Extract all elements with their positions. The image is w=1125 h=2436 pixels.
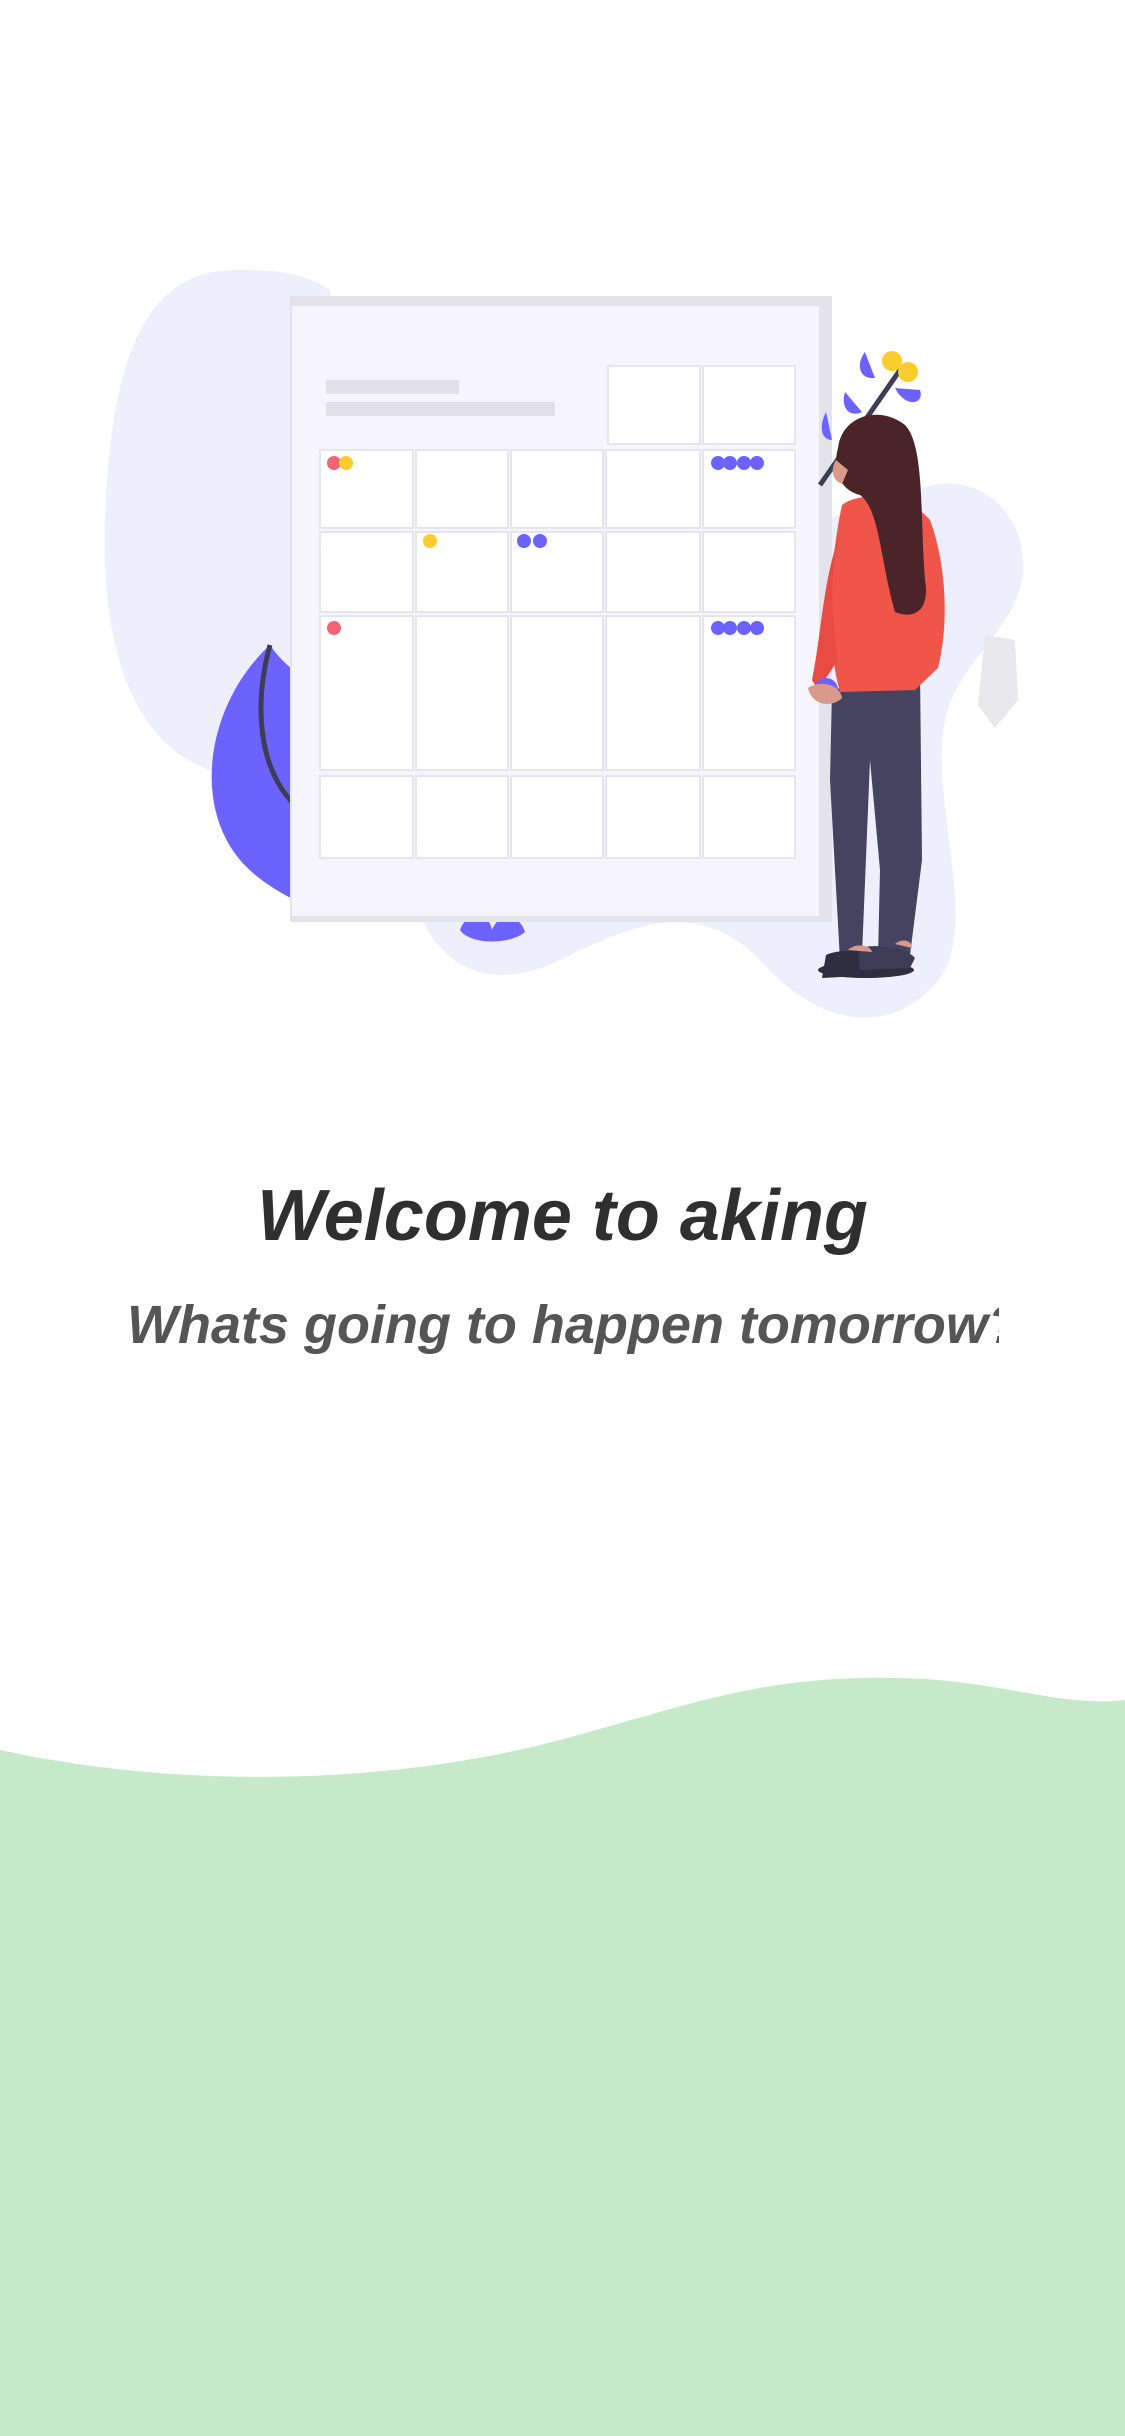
green-wave-background <box>0 1677 1125 2436</box>
welcome-subtitle: Whats going to happen tomorrow? <box>127 1295 999 1355</box>
calendar-header-line-2 <box>326 402 555 416</box>
welcome-title: Welcome to aking <box>257 1176 868 1256</box>
decor-shape <box>978 635 1018 728</box>
calendar-header-line-1 <box>326 380 459 394</box>
subtitle-container: Whats going to happen tomorrow? <box>127 1290 999 1370</box>
calendar-illustration <box>104 270 1024 1018</box>
